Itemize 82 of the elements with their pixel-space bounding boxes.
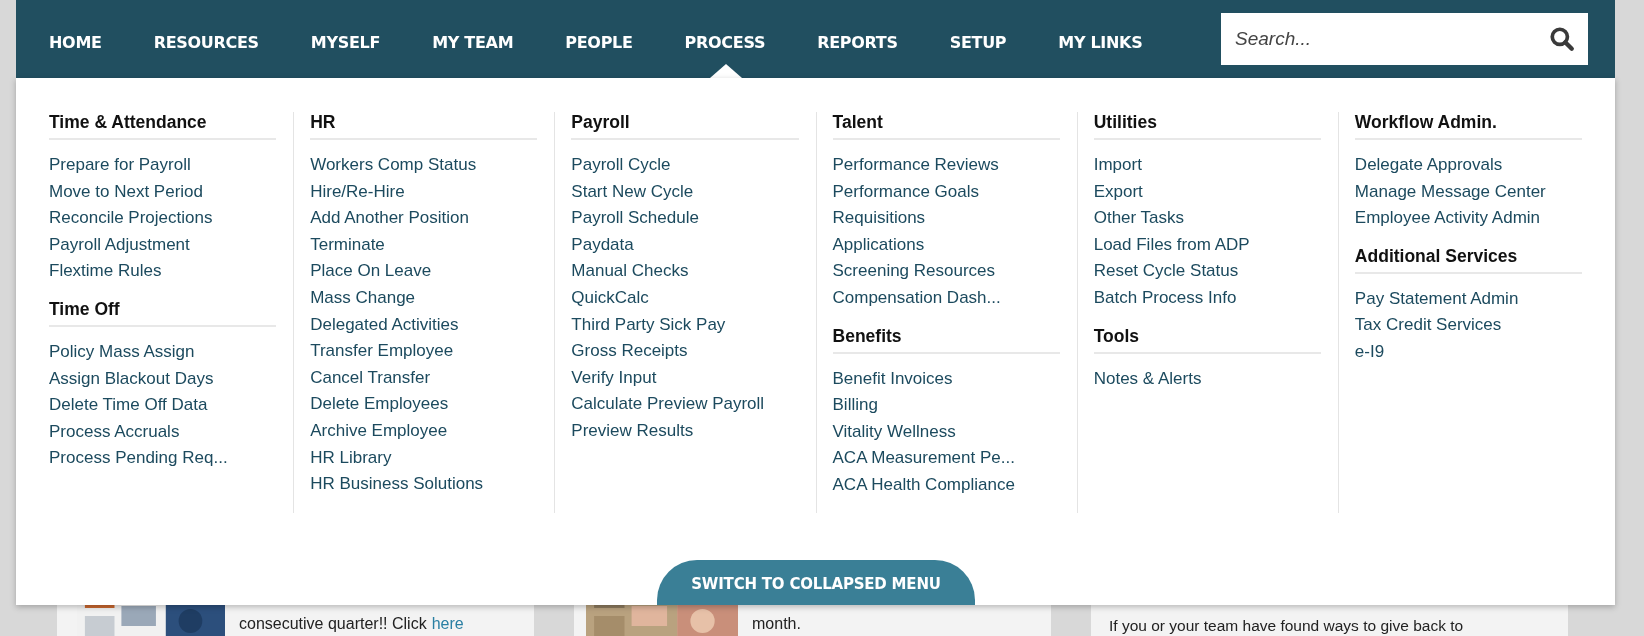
menu-link[interactable]: Reconcile Projections [49,205,277,232]
nav-item[interactable]: PEOPLE [565,0,659,78]
menu-link[interactable]: Delete Employees [310,391,538,418]
menu-link[interactable]: Payroll Schedule [571,205,799,232]
menu-link[interactable]: Assign Blackout Days [49,365,277,393]
menu-link[interactable]: Billing [832,392,1060,419]
menu-link[interactable]: Hire/Re-Hire [310,178,538,206]
section-heading: Time Off [49,298,277,327]
menu-link[interactable]: Export [1093,178,1321,206]
menu-link[interactable]: Benefit Invoices [832,365,1060,393]
section-heading: Payroll [571,112,799,140]
search-icon[interactable] [1549,26,1575,52]
menu-link[interactable]: Compensation Dash... [832,284,1060,312]
menu-link[interactable]: Payroll Adjustment [49,231,277,259]
menu-link[interactable]: Pay Statement Admin [1354,285,1583,313]
menu-link[interactable]: Add Another Position [310,205,538,232]
menu-link[interactable]: Cancel Transfer [310,364,538,392]
menu-link[interactable]: Performance Reviews [832,152,1060,179]
menu-link[interactable]: Tax Credit Services [1354,312,1583,339]
menu-link[interactable]: Batch Process Info [1093,284,1321,312]
menu-link[interactable]: HR Library [310,444,538,472]
menu-link[interactable]: QuickCalc [571,284,799,312]
card-text: If you or your team have found ways to give back to [1109,616,1464,636]
menu-link[interactable]: Policy Mass Assign [49,338,277,366]
section-heading: HR [310,112,538,140]
menu-link[interactable]: Preview Results [571,417,799,445]
menu-link[interactable]: Archive Employee [310,417,538,445]
menu-link[interactable]: Flextime Rules [49,258,277,285]
nav-item[interactable]: RESOURCES [153,0,285,78]
section-heading: Time & Attendance [49,112,277,140]
menu-link[interactable]: Payroll Cycle [571,152,799,179]
menu-link[interactable]: Requisitions [832,205,1060,232]
nav-item[interactable]: MYSELF [310,0,407,78]
menu-link[interactable]: Screening Resources [832,258,1060,285]
nav-item[interactable]: SETUP [949,0,1033,78]
menu-link[interactable]: Start New Cycle [571,178,799,206]
section-heading: Additional Services [1354,245,1583,274]
menu-link[interactable]: Move to Next Period [49,178,277,206]
menu-link[interactable]: Verify Input [571,364,799,392]
nav-item[interactable]: MY LINKS [1058,0,1169,78]
menu-link[interactable]: Delete Time Off Data [49,392,277,419]
menu-link[interactable]: Transfer Employee [310,338,538,365]
section-heading: Workflow Admin. [1354,112,1583,140]
menu-link[interactable]: Workers Comp Status [310,152,538,179]
read-more-link[interactable]: here [431,615,464,632]
section-heading: Tools [1093,325,1321,354]
menu-link[interactable]: Reset Cycle Status [1093,258,1321,285]
menu-link[interactable]: HR Business Solutions [310,471,538,498]
section-heading: Utilities [1093,112,1321,140]
menu-link[interactable]: ACA Health Compliance [832,471,1060,499]
menu-link[interactable]: Process Accruals [49,418,277,446]
menu-link[interactable]: Applications [832,231,1060,259]
nav-item[interactable]: REPORTS [817,0,924,78]
menu-link[interactable]: Performance Goals [832,178,1060,206]
menu-link[interactable]: Manual Checks [571,258,799,285]
menu-link[interactable]: Other Tasks [1093,205,1321,232]
section-heading: Benefits [832,325,1060,354]
menu-link[interactable]: Prepare for Payroll [49,152,277,179]
collapse-menu-button[interactable]: SWITCH TO COLLAPSED MENU [657,560,975,605]
search-field[interactable]: Search... [1221,13,1588,65]
menu-link[interactable]: Place On Leave [310,258,538,285]
menu-link[interactable]: Terminate [310,231,538,259]
menu-link[interactable]: ACA Measurement Pe... [832,445,1060,472]
menu-link[interactable]: Calculate Preview Payroll [571,391,799,418]
card-text: month. [752,614,801,634]
menu-link[interactable]: Manage Message Center [1354,178,1583,206]
menu-link[interactable]: Load Files from ADP [1093,231,1321,259]
menu-link[interactable]: Delegated Activities [310,311,538,339]
menu-link[interactable]: Import [1093,152,1321,179]
menu-link[interactable]: Employee Activity Admin [1354,205,1583,232]
menu-link[interactable]: Delegate Approvals [1354,152,1583,179]
menu-link[interactable]: Mass Change [310,284,538,312]
menu-link[interactable]: Paydata [571,231,799,259]
menu-link[interactable]: Process Pending Req... [49,445,277,472]
menu-link[interactable]: Vitality Wellness [832,418,1060,446]
menu-link[interactable]: Notes & Alerts [1093,365,1321,393]
nav-item[interactable]: MY TEAM [432,0,540,78]
nav-item[interactable]: HOME [49,0,128,78]
section-heading: Talent [832,112,1060,140]
menu-link[interactable]: e-I9 [1354,338,1583,366]
menu-link[interactable]: Third Party Sick Pay [571,311,799,339]
menu-link[interactable]: Gross Receipts [571,338,799,365]
